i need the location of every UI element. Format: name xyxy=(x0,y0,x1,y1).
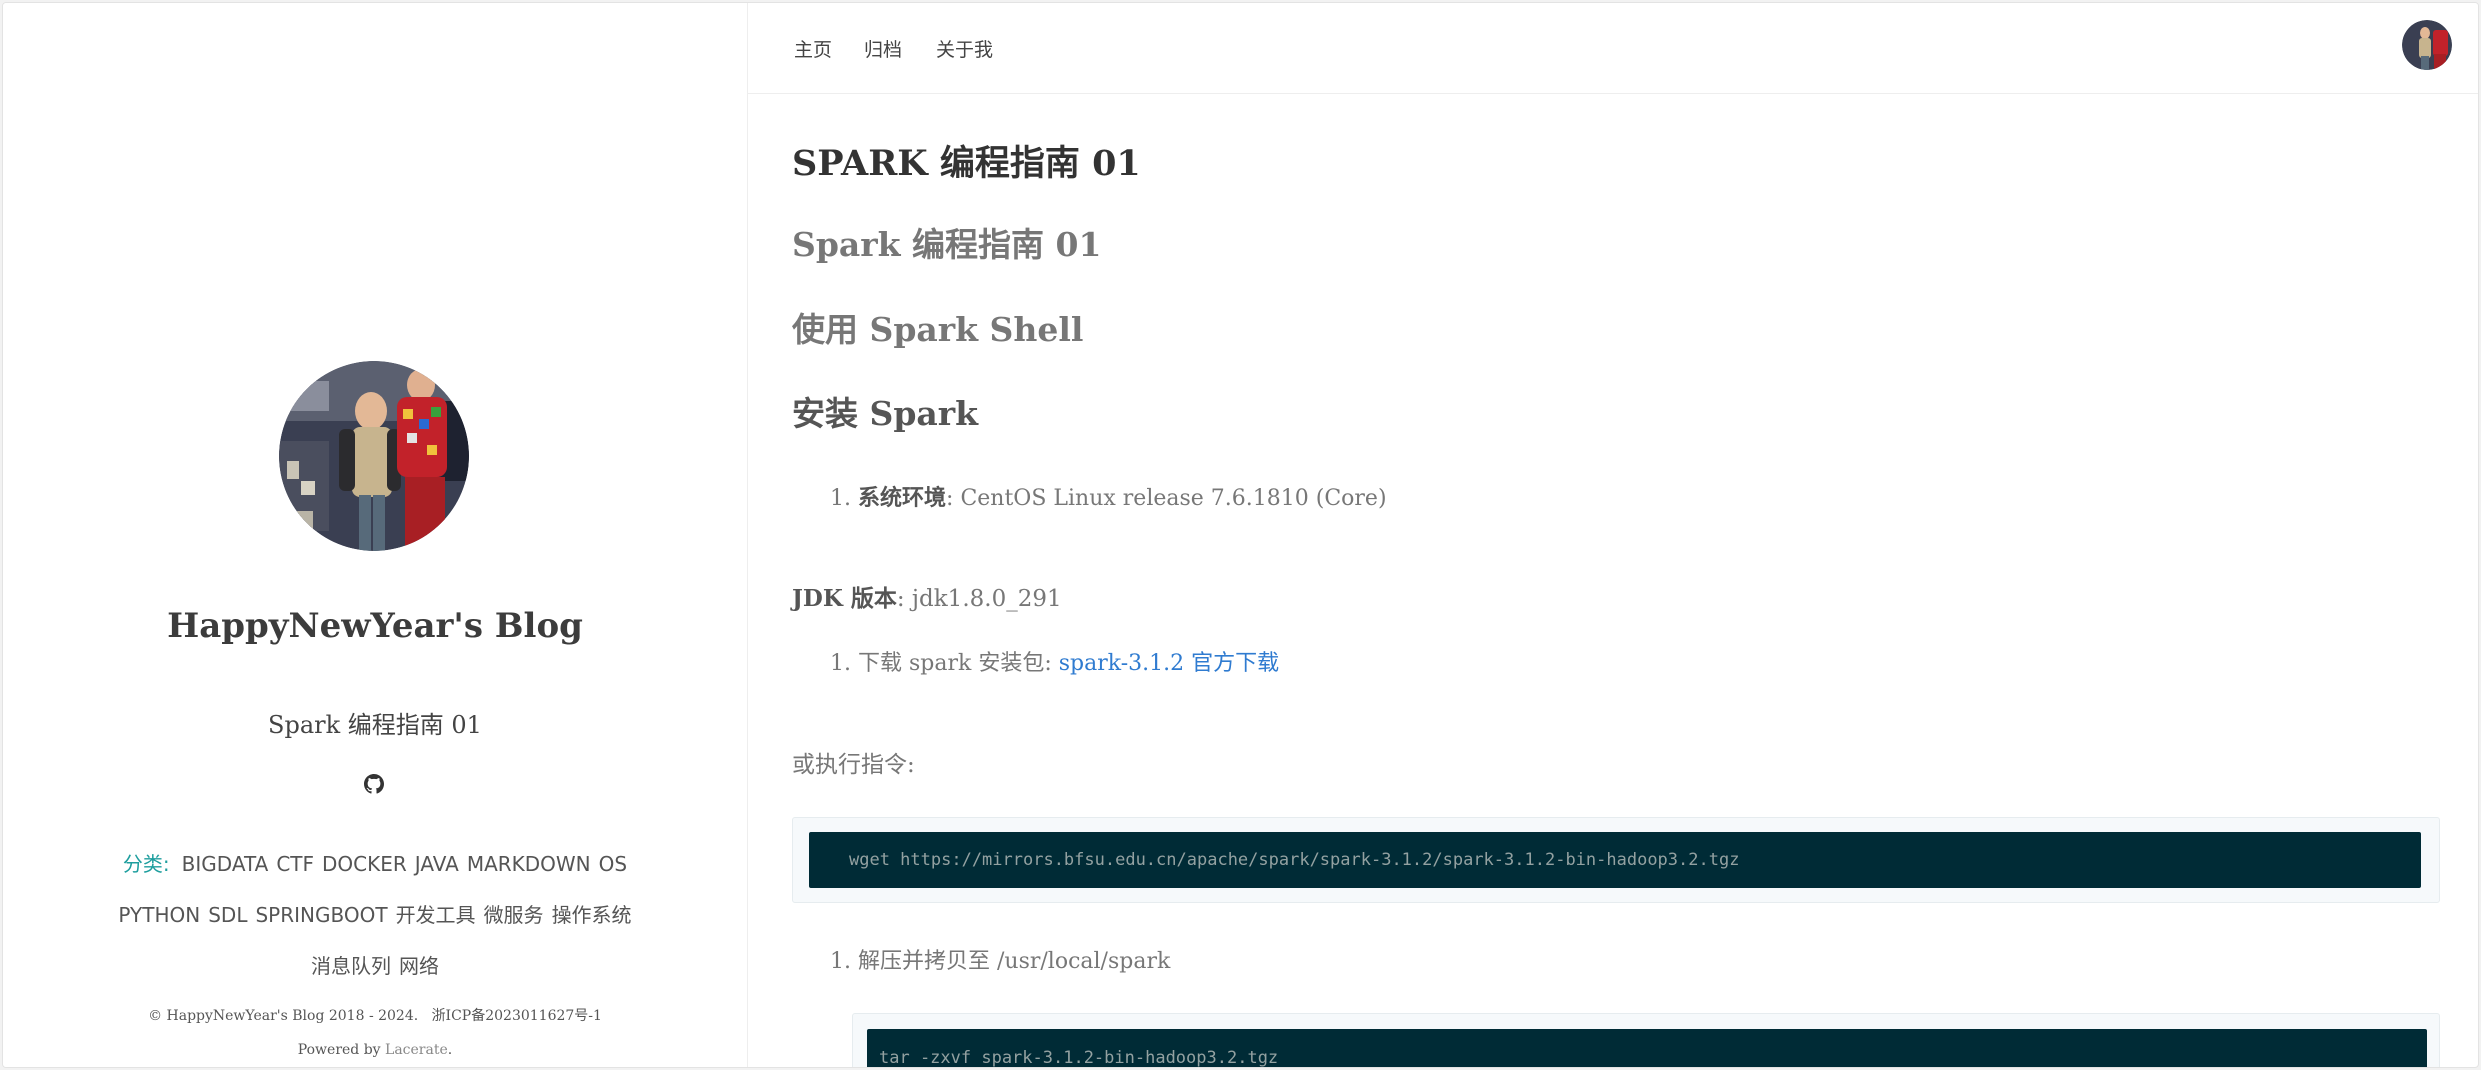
system-env-label: 系统环境 xyxy=(858,485,947,511)
category-link-os[interactable]: OS xyxy=(599,852,627,876)
download-link[interactable]: spark-3.1.2 官方下载 xyxy=(1059,651,1279,676)
powered-link[interactable]: Lacerate xyxy=(385,1042,448,1058)
jdk-label: JDK 版本 xyxy=(792,585,897,612)
list-item-download: 1. 下载 spark 安装包: spark-3.1.2 官方下载 xyxy=(830,645,1279,677)
icp-link[interactable]: 浙ICP备2023011627号-1 xyxy=(432,1008,602,1024)
powered-prefix: Powered by xyxy=(297,1042,381,1058)
heading-spark-guide: Spark 编程指南 01 xyxy=(792,225,1102,264)
category-link-docker[interactable]: DOCKER xyxy=(322,852,407,876)
blog-title[interactable]: HappyNewYear's Blog xyxy=(3,606,747,646)
page-frame: HappyNewYear's Blog Spark 编程指南 01 分类: BIG… xyxy=(2,2,2479,1068)
list-number: 1. xyxy=(830,949,851,974)
jdk-version-line: JDK 版本: jdk1.8.0_291 xyxy=(792,579,1062,613)
top-nav: 主页 归档 关于我 xyxy=(748,3,2478,94)
or-execute-text: 或执行指令: xyxy=(792,752,915,778)
top-avatar[interactable] xyxy=(2402,20,2452,70)
extract-text: 解压并拷贝至 /usr/local/spark xyxy=(858,949,1171,974)
copyright-text: © HappyNewYear's Blog 2018 - 2024. xyxy=(148,1008,419,1024)
category-link-java[interactable]: JAVA xyxy=(415,852,459,876)
list-item-extract: 1. 解压并拷贝至 /usr/local/spark xyxy=(830,943,1170,975)
download-text: 下载 spark 安装包: xyxy=(858,651,1052,676)
avatar-photo-small xyxy=(2402,20,2452,70)
category-link-ctf[interactable]: CTF xyxy=(276,852,314,876)
code-block-wget: wget https://mirrors.bfsu.edu.cn/apache/… xyxy=(792,817,2440,903)
categories-label: 分类: xyxy=(122,852,170,876)
label-separator: : xyxy=(946,486,954,511)
system-env-value: CentOS Linux release 7.6.1810 (Core) xyxy=(960,486,1387,511)
github-icon[interactable] xyxy=(364,774,384,794)
heading-spark-shell: 使用 Spark Shell xyxy=(792,310,1084,349)
category-link-python[interactable]: PYTHON xyxy=(118,903,200,927)
code-block-tar: tar -zxvf spark-3.1.2-bin-hadoop3.2.tgz xyxy=(852,1013,2440,1067)
footer-powered: Powered by Lacerate. xyxy=(3,1042,747,1058)
list-number: 1. xyxy=(830,651,851,676)
list-number: 1. xyxy=(830,486,851,511)
blog-subtitle: Spark 编程指南 01 xyxy=(268,711,482,739)
code-content[interactable]: tar -zxvf spark-3.1.2-bin-hadoop3.2.tgz xyxy=(867,1029,2427,1067)
category-link-operating-system[interactable]: 操作系统 xyxy=(552,903,632,927)
heading-install-spark: 安装 Spark xyxy=(792,394,979,433)
category-link-devtools[interactable]: 开发工具 xyxy=(396,903,476,927)
jdk-value: jdk1.8.0_291 xyxy=(911,586,1062,612)
category-link-bigdata[interactable]: BIGDATA xyxy=(182,852,269,876)
footer-copyright: © HappyNewYear's Blog 2018 - 2024. 浙ICP备… xyxy=(3,1005,747,1025)
avatar-photo xyxy=(279,361,469,551)
powered-suffix: . xyxy=(447,1042,453,1058)
category-link-microservices[interactable]: 微服务 xyxy=(484,903,544,927)
category-link-markdown[interactable]: MARKDOWN xyxy=(467,852,591,876)
category-list: 分类: BIGDATA CTF DOCKER JAVA MARKDOWN OS PYTHON S… xyxy=(113,839,637,992)
sidebar: HappyNewYear's Blog Spark 编程指南 01 分类: BIG… xyxy=(3,3,748,1067)
category-link-springboot[interactable]: SPRINGBOOT xyxy=(255,903,387,927)
avatar[interactable] xyxy=(279,361,469,551)
category-link-sdl[interactable]: SDL xyxy=(208,903,247,927)
label-separator: : xyxy=(896,586,905,612)
list-item-system-env: 1. 系统环境: CentOS Linux release 7.6.1810 (… xyxy=(830,480,1387,512)
category-link-message-queue[interactable]: 消息队列 xyxy=(311,954,391,978)
code-content[interactable]: wget https://mirrors.bfsu.edu.cn/apache/… xyxy=(809,832,2421,888)
category-link-network[interactable]: 网络 xyxy=(399,954,439,978)
nav-home[interactable]: 主页 xyxy=(794,35,832,62)
nav-archive[interactable]: 归档 xyxy=(864,35,902,62)
article-title: SPARK 编程指南 01 xyxy=(792,143,1141,184)
nav-about[interactable]: 关于我 xyxy=(936,35,993,62)
